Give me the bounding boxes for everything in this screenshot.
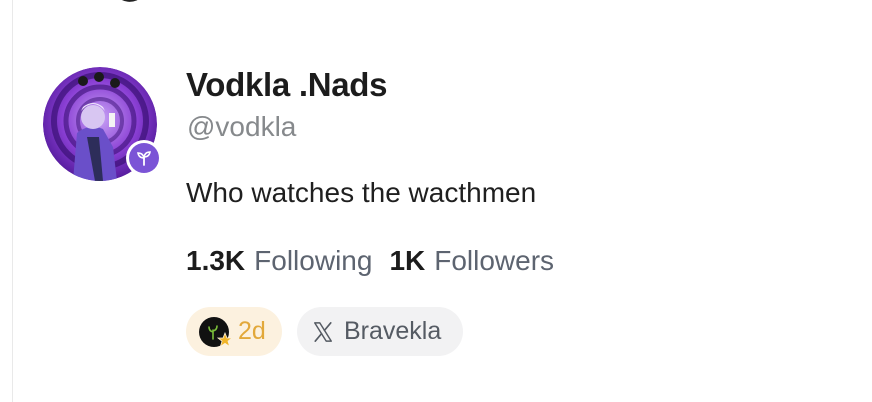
profile-bio: Who watches the wacthmen xyxy=(186,177,537,208)
account-age-chip[interactable]: 2d xyxy=(186,307,282,356)
avatar-badge xyxy=(126,140,162,176)
x-logo-icon xyxy=(314,321,332,342)
followers-link[interactable]: 1K Followers xyxy=(389,245,554,277)
mini-avatar xyxy=(199,316,233,347)
following-link[interactable]: 1.3K Following xyxy=(186,245,372,277)
following-count: 1.3K xyxy=(186,245,246,276)
left-divider xyxy=(12,0,13,402)
sprout-icon xyxy=(137,151,151,166)
x-account-chip[interactable]: Bravekla xyxy=(297,307,463,356)
followers-label: Followers xyxy=(434,245,555,276)
user-handle: @vodkla xyxy=(187,111,297,142)
profile-avatar[interactable] xyxy=(43,67,162,183)
follow-stats: 1.3K Following 1K Followers xyxy=(186,245,554,277)
x-username: Bravekla xyxy=(344,317,442,345)
star-icon xyxy=(217,331,233,347)
search-icon xyxy=(122,0,138,2)
account-age: 2d xyxy=(238,317,266,345)
followers-count: 1K xyxy=(389,245,426,276)
following-label: Following xyxy=(254,245,373,276)
display-name: Vodkla .Nads xyxy=(186,66,388,103)
